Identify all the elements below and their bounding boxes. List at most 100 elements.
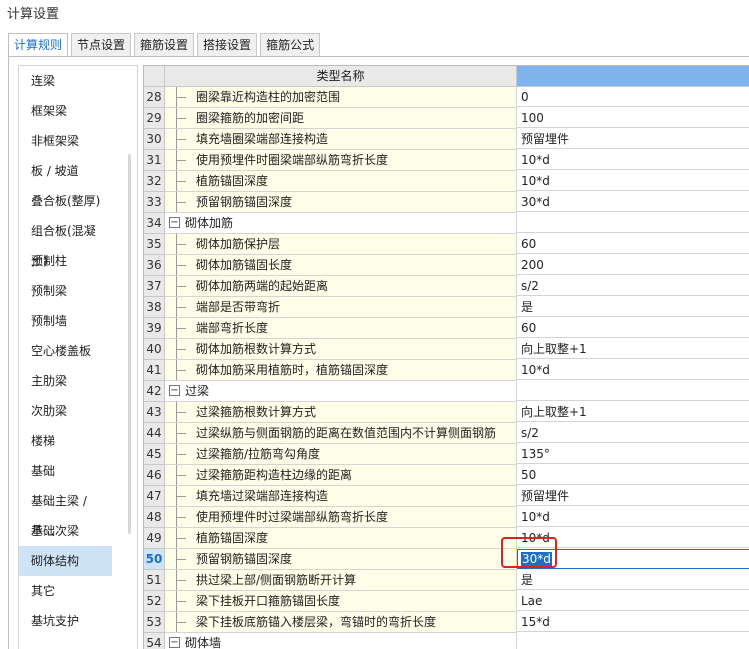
row-name-cell[interactable]: 砌体加筋保护层 xyxy=(165,234,517,255)
row-name-cell[interactable]: 砌体加筋根数计算方式 xyxy=(165,339,517,360)
row-value-cell[interactable]: 10*d xyxy=(517,360,749,380)
row-value-cell[interactable]: Lae xyxy=(517,591,749,611)
grid-row[interactable]: 29 圈梁箍筋的加密间距 100 xyxy=(144,108,749,129)
sidebar-item[interactable]: 连梁 xyxy=(19,66,112,96)
row-value-cell[interactable]: 50 xyxy=(517,465,749,485)
grid-row[interactable]: 45 过梁箍筋/拉筋弯勾角度 135° xyxy=(144,444,749,465)
row-name-cell[interactable]: 梁下挂板开口箍筋锚固长度 xyxy=(165,591,517,612)
row-name-cell[interactable]: − 砌体墙 xyxy=(165,633,517,649)
tab-stirrup-formula[interactable]: 箍筋公式 xyxy=(260,33,321,56)
collapse-toggle-icon[interactable]: − xyxy=(169,217,180,228)
grid-row[interactable]: 41 砌体加筋采用植筋时，植筋锚固深度 10*d xyxy=(144,360,749,381)
row-value-cell[interactable]: 预留埋件 xyxy=(517,129,749,149)
row-value-cell[interactable]: 预留埋件 xyxy=(517,486,749,506)
row-value-cell[interactable]: 135° xyxy=(517,444,749,464)
sidebar-item[interactable]: 基坑支护 xyxy=(19,606,112,636)
sidebar-item[interactable]: 预制墙 xyxy=(19,306,112,336)
grid-row[interactable]: 53 梁下挂板底筋锚入楼层梁，弯锚时的弯折长度 15*d xyxy=(144,612,749,633)
row-name-cell[interactable]: 端部弯折长度 xyxy=(165,318,517,339)
row-value-cell[interactable]: s/2 xyxy=(517,423,749,443)
sidebar-item[interactable]: 基础 xyxy=(19,456,112,486)
row-name-cell[interactable]: 预留钢筋锚固深度 xyxy=(165,192,517,213)
sidebar-item[interactable]: 板 / 坡道 xyxy=(19,156,112,186)
grid-row[interactable]: 52 梁下挂板开口箍筋锚固长度 Lae xyxy=(144,591,749,612)
row-value-cell[interactable]: 是 xyxy=(517,297,749,317)
row-name-cell[interactable]: 端部是否带弯折 xyxy=(165,297,517,318)
grid-row[interactable]: 28 圈梁靠近构造柱的加密范围 0 xyxy=(144,87,749,108)
row-value-cell[interactable]: 10*d xyxy=(517,171,749,191)
row-value-cell[interactable]: 10*d xyxy=(517,507,749,527)
sidebar-item[interactable]: 叠合板(整厚) xyxy=(19,186,112,216)
row-value-cell[interactable] xyxy=(517,633,749,649)
row-value-cell[interactable]: 0 xyxy=(517,87,749,107)
row-name-cell[interactable]: 砌体加筋锚固长度 xyxy=(165,255,517,276)
grid-row[interactable]: 44 过梁纵筋与侧面钢筋的距离在数值范围内不计算侧面钢筋 s/2 xyxy=(144,423,749,444)
grid-row[interactable]: 37 砌体加筋两端的起始距离 s/2 xyxy=(144,276,749,297)
row-value-cell[interactable]: 60 xyxy=(517,234,749,254)
sidebar-item[interactable]: 砌体结构 xyxy=(19,546,112,576)
sidebar-item[interactable]: 次肋梁 xyxy=(19,396,112,426)
row-value-cell[interactable]: 15*d xyxy=(517,612,749,632)
sidebar-item[interactable]: 楼梯 xyxy=(19,426,112,456)
row-value-cell[interactable]: 是 xyxy=(517,570,749,590)
row-name-cell[interactable]: 过梁纵筋与侧面钢筋的距离在数值范围内不计算侧面钢筋 xyxy=(165,423,517,444)
sidebar-item[interactable]: 预制梁 xyxy=(19,276,112,306)
tab-node-settings[interactable]: 节点设置 xyxy=(71,33,132,56)
grid-row[interactable]: 32 植筋锚固深度 10*d xyxy=(144,171,749,192)
grid-row[interactable]: 51 拱过梁上部/侧面钢筋断开计算 是 xyxy=(144,570,749,591)
row-name-cell[interactable]: − 砌体加筋 xyxy=(165,213,517,234)
sidebar-item[interactable]: 基础主梁 / 承... xyxy=(19,486,112,538)
sidebar-item[interactable]: 其它 xyxy=(19,576,112,606)
row-value-cell[interactable]: 60 xyxy=(517,318,749,338)
sidebar-item[interactable]: 主肋梁 xyxy=(19,366,112,396)
row-value-cell[interactable]: s/2 xyxy=(517,276,749,296)
row-name-cell[interactable]: 填充墙过梁端部连接构造 xyxy=(165,486,517,507)
grid-row[interactable]: 36 砌体加筋锚固长度 200 xyxy=(144,255,749,276)
row-name-cell[interactable]: 植筋锚固深度 xyxy=(165,528,517,549)
row-name-cell[interactable]: 砌体加筋两端的起始距离 xyxy=(165,276,517,297)
row-value-cell[interactable]: 100 xyxy=(517,108,749,128)
grid-group-row[interactable]: 54− 砌体墙 xyxy=(144,633,749,649)
row-value-cell[interactable] xyxy=(517,381,749,401)
row-name-cell[interactable]: 过梁箍筋距构造柱边缘的距离 xyxy=(165,465,517,486)
sidebar-scrollbar[interactable] xyxy=(128,154,131,534)
grid-row[interactable]: 33 预留钢筋锚固深度 30*d xyxy=(144,192,749,213)
grid-row[interactable]: 47 填充墙过梁端部连接构造 预留埋件 xyxy=(144,486,749,507)
row-value-cell[interactable] xyxy=(517,213,749,233)
row-name-cell[interactable]: 填充墙圈梁端部连接构造 xyxy=(165,129,517,150)
grid-row[interactable]: 31 使用预埋件时圈梁端部纵筋弯折长度 10*d xyxy=(144,150,749,171)
row-name-cell[interactable]: − 过梁 xyxy=(165,381,517,402)
row-name-cell[interactable]: 砌体加筋采用植筋时，植筋锚固深度 xyxy=(165,360,517,381)
grid-row[interactable]: 50 预留钢筋锚固深度 30*d xyxy=(144,549,749,570)
tab-stirrup-settings[interactable]: 箍筋设置 xyxy=(134,33,195,56)
row-name-cell[interactable]: 使用预埋件时圈梁端部纵筋弯折长度 xyxy=(165,150,517,171)
row-name-cell[interactable]: 过梁箍筋/拉筋弯勾角度 xyxy=(165,444,517,465)
sidebar-item[interactable]: 空心楼盖板 xyxy=(19,336,112,366)
grid-row[interactable]: 46 过梁箍筋距构造柱边缘的距离 50 xyxy=(144,465,749,486)
row-name-cell[interactable]: 使用预埋件时过梁端部纵筋弯折长度 xyxy=(165,507,517,528)
grid-row[interactable]: 30 填充墙圈梁端部连接构造 预留埋件 xyxy=(144,129,749,150)
sidebar-item[interactable]: 组合板(混凝土) xyxy=(19,216,112,268)
grid-row[interactable]: 43 过梁箍筋根数计算方式 向上取整+1 xyxy=(144,402,749,423)
tab-lap-settings[interactable]: 搭接设置 xyxy=(197,33,258,56)
grid-row[interactable]: 49 植筋锚固深度 10*d xyxy=(144,528,749,549)
row-value-cell[interactable]: 30*d xyxy=(517,192,749,212)
row-name-cell[interactable]: 预留钢筋锚固深度 xyxy=(165,549,517,570)
row-value-cell[interactable]: 10*d xyxy=(517,150,749,170)
name-column-header[interactable]: 类型名称 xyxy=(165,66,517,87)
sidebar-item[interactable]: 预制柱 xyxy=(19,246,112,276)
grid-group-row[interactable]: 34− 砌体加筋 xyxy=(144,213,749,234)
sidebar-item[interactable]: 框架梁 xyxy=(19,96,112,126)
row-name-cell[interactable]: 圈梁箍筋的加密间距 xyxy=(165,108,517,129)
grid-row[interactable]: 38 端部是否带弯折 是 xyxy=(144,297,749,318)
row-name-cell[interactable]: 植筋锚固深度 xyxy=(165,171,517,192)
sidebar-item[interactable]: 非框架梁 xyxy=(19,126,112,156)
row-value-cell[interactable]: 200 xyxy=(517,255,749,275)
grid-row[interactable]: 48 使用预埋件时过梁端部纵筋弯折长度 10*d xyxy=(144,507,749,528)
collapse-toggle-icon[interactable]: − xyxy=(169,637,180,648)
grid-row[interactable]: 39 端部弯折长度 60 xyxy=(144,318,749,339)
grid-row[interactable]: 40 砌体加筋根数计算方式 向上取整+1 xyxy=(144,339,749,360)
grid-row[interactable]: 35 砌体加筋保护层 60 xyxy=(144,234,749,255)
row-value-cell[interactable]: 向上取整+1 xyxy=(517,402,749,422)
row-value-cell[interactable]: 向上取整+1 xyxy=(517,339,749,359)
